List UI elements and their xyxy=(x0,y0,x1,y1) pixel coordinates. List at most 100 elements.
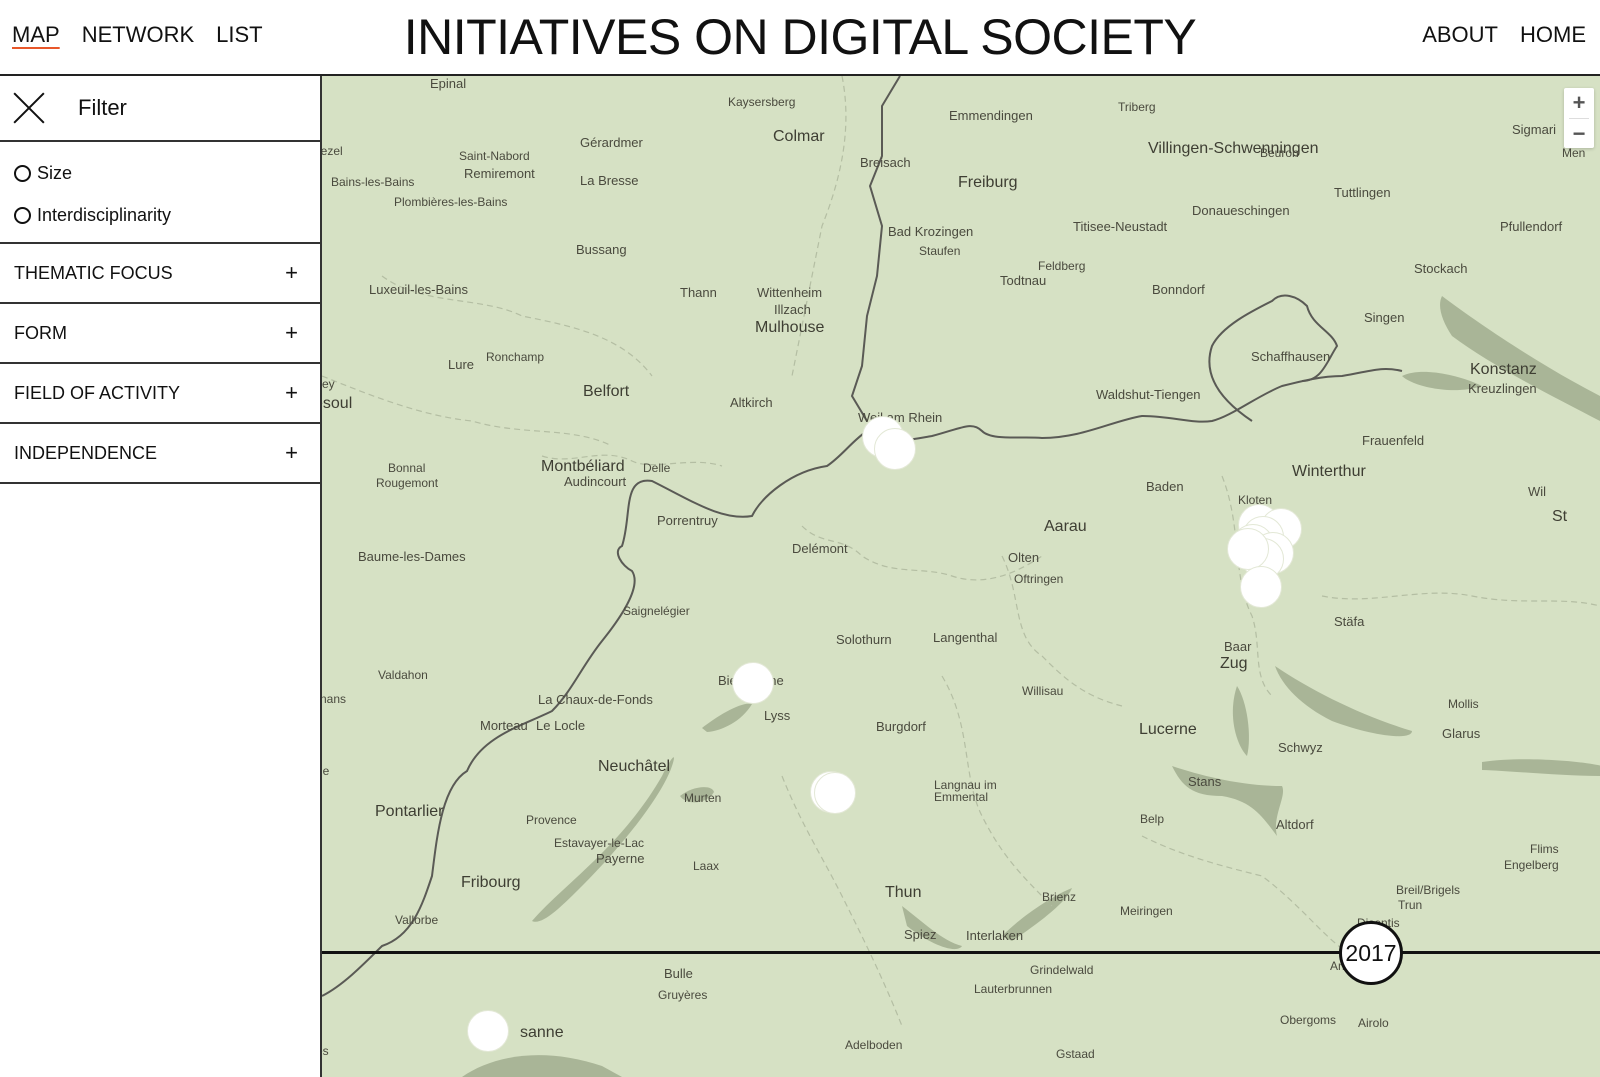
city-label: Lyss xyxy=(764,708,791,723)
city-label: Feldberg xyxy=(1038,259,1086,273)
city-label: sanne xyxy=(520,1024,564,1041)
filter-title: Filter xyxy=(78,95,127,120)
initiative-marker[interactable] xyxy=(732,662,774,704)
city-label: Baden xyxy=(1146,479,1184,494)
city-label: Gérardmer xyxy=(580,135,643,150)
city-label: Flims xyxy=(1530,842,1559,856)
city-label: Donaueschingen xyxy=(1192,203,1290,218)
nav-about[interactable]: ABOUT xyxy=(1422,22,1498,48)
secondary-nav: ABOUT HOME xyxy=(1422,22,1586,48)
city-label: Thun xyxy=(885,884,922,901)
city-label: es xyxy=(322,1044,329,1058)
city-label: Baar xyxy=(1224,639,1252,654)
initiative-marker[interactable] xyxy=(467,1010,509,1052)
section-thematic-focus[interactable]: THEMATIC FOCUS + xyxy=(0,244,320,304)
city-label: Gruyères xyxy=(658,988,708,1002)
city-label: Bains-les-Bains xyxy=(331,175,415,189)
city-label: Wittenheim xyxy=(757,285,823,300)
city-label: Lauterbrunnen xyxy=(974,982,1053,996)
city-label: Belp xyxy=(1140,812,1165,826)
city-label: Plombières-les-Bains xyxy=(394,195,508,209)
initiative-marker[interactable] xyxy=(874,428,916,470)
city-label: Spiez xyxy=(904,927,937,942)
city-label: Trun xyxy=(1398,898,1423,912)
plus-icon[interactable]: + xyxy=(285,440,298,466)
city-label: Stockach xyxy=(1414,261,1468,276)
city-label: Brienz xyxy=(1042,890,1077,904)
city-label: Illzach xyxy=(774,302,811,317)
city-label: Winterthur xyxy=(1292,463,1366,480)
city-label: Meiringen xyxy=(1120,904,1173,918)
city-label: La Chaux-de-Fonds xyxy=(538,692,653,707)
city-label: Murten xyxy=(684,791,722,805)
section-field-of-activity[interactable]: FIELD OF ACTIVITY + xyxy=(0,364,320,424)
city-label: Willisau xyxy=(1022,684,1064,698)
city-label: Baume-les-Dames xyxy=(358,549,466,564)
city-label: Remiremont xyxy=(464,166,535,181)
initiative-marker[interactable] xyxy=(814,772,856,814)
city-label: Breisach xyxy=(860,155,911,170)
city-label: Emmental xyxy=(934,790,989,804)
city-label: Adelboden xyxy=(845,1038,903,1052)
radio-circle-icon[interactable] xyxy=(14,206,31,224)
city-label: Sigmari xyxy=(1512,122,1557,137)
city-label: Delémont xyxy=(792,541,848,556)
city-label: Kreuzlingen xyxy=(1468,381,1537,396)
radio-size[interactable]: Size xyxy=(14,152,320,194)
sizing-options: Size Interdisciplinarity xyxy=(0,142,320,244)
city-label: Burgdorf xyxy=(876,719,926,734)
plus-icon[interactable]: + xyxy=(285,260,298,286)
city-label: esoul xyxy=(322,395,353,412)
zoom-in-button[interactable]: + xyxy=(1564,88,1594,118)
city-label: Neuchâtel xyxy=(598,758,671,775)
close-icon[interactable] xyxy=(12,91,46,125)
city-label: Interlaken xyxy=(966,928,1024,943)
section-label: FIELD OF ACTIVITY xyxy=(14,382,181,403)
nav-home[interactable]: HOME xyxy=(1520,22,1586,48)
zoom-out-button[interactable]: − xyxy=(1564,119,1594,149)
city-label: Mulhouse xyxy=(755,319,825,336)
city-label: Triberg xyxy=(1118,100,1156,114)
city-label: Staufen xyxy=(919,244,961,258)
radio-label: Size xyxy=(37,162,73,183)
city-label: Obergoms xyxy=(1280,1013,1337,1027)
city-label: Saignelégier xyxy=(623,604,690,618)
plus-icon[interactable]: + xyxy=(285,320,298,346)
plus-icon[interactable]: + xyxy=(285,380,298,406)
city-label: Titisee-Neustadt xyxy=(1073,219,1168,234)
city-label: Bad Krozingen xyxy=(888,224,974,239)
city-label: Solothurn xyxy=(836,632,892,647)
header: MAP NETWORK LIST INITIATIVES ON DIGITAL … xyxy=(0,0,1600,76)
city-label: Colmar xyxy=(773,128,825,145)
city-label: Beuron xyxy=(1260,146,1299,160)
city-label: Belfort xyxy=(583,383,630,400)
initiative-marker[interactable] xyxy=(1227,528,1269,570)
radio-circle-icon[interactable] xyxy=(14,164,31,182)
city-label: Provence xyxy=(526,813,577,827)
filter-header: Filter xyxy=(0,76,320,142)
city-label: Stäfa xyxy=(1334,614,1365,629)
city-label: Estavayer-le-Lac xyxy=(554,836,645,850)
city-label: Pfullendorf xyxy=(1500,219,1563,234)
city-label: Ronchamp xyxy=(486,350,545,364)
section-independence[interactable]: INDEPENDENCE + xyxy=(0,424,320,484)
city-label: Wil xyxy=(1528,484,1547,499)
timeline-slider-track[interactable] xyxy=(322,951,1600,954)
city-label: Bussang xyxy=(576,242,627,257)
city-label: Luxeuil-les-Bains xyxy=(369,282,468,297)
initiative-marker[interactable] xyxy=(1240,566,1282,608)
border-ch-de xyxy=(866,367,1403,442)
city-label: Porrentruy xyxy=(657,513,718,528)
radio-interdisciplinarity[interactable]: Interdisciplinarity xyxy=(14,194,320,236)
section-form[interactable]: FORM + xyxy=(0,304,320,364)
city-label: Frauenfeld xyxy=(1362,433,1425,448)
lake-zurich xyxy=(1275,666,1412,737)
map-canvas[interactable]: Epinal Kaysersberg Colmar Emmendingen Triber… xyxy=(322,76,1600,1077)
city-label: Breil/Brigels xyxy=(1396,883,1461,897)
timeline-year-handle[interactable]: 2017 xyxy=(1339,921,1403,985)
city-label: Engelberg xyxy=(1504,858,1559,872)
city-label: Aarau xyxy=(1044,518,1087,535)
city-label: Laax xyxy=(693,859,720,873)
lake-biel xyxy=(702,703,752,732)
city-label: Stans xyxy=(1188,774,1222,789)
